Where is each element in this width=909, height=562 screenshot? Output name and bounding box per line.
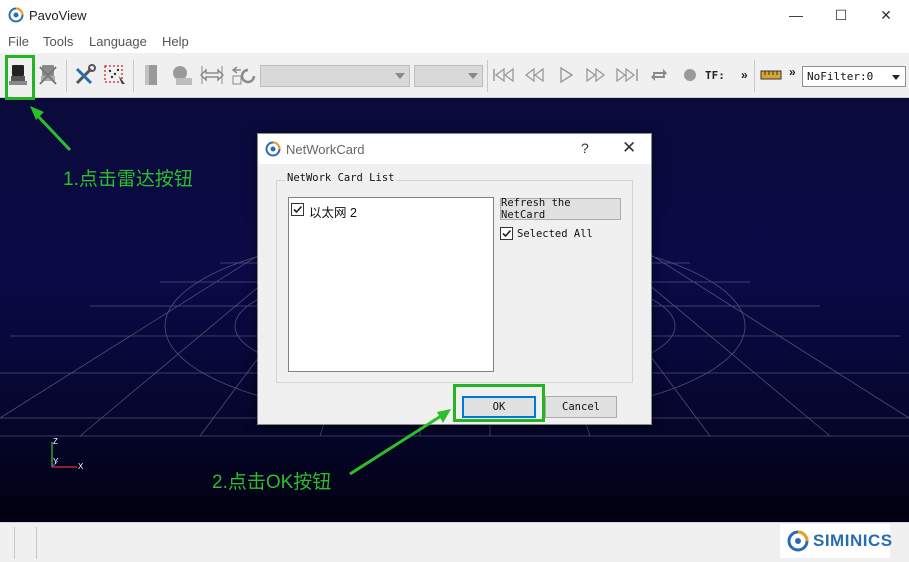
play-icon [560, 66, 574, 84]
toolbar: TF: » » [0, 53, 909, 98]
siminics-logo-text: SIMINICS [813, 531, 893, 550]
siminics-logo-icon [787, 530, 809, 552]
siminics-logo: SIMINICS [780, 524, 893, 558]
dialog-title-bar: NetWorkCard ? ✕ [258, 134, 651, 164]
select-region-icon [104, 65, 125, 84]
status-divider [14, 527, 15, 559]
record-icon [684, 69, 696, 81]
measure-button[interactable] [199, 61, 225, 89]
tools-button[interactable] [72, 61, 98, 89]
chevron-down-icon [468, 73, 478, 79]
highlight-ok-button [453, 384, 545, 422]
tf-label: TF: [705, 69, 725, 82]
status-divider [36, 527, 37, 559]
tools-icon [75, 64, 96, 85]
dialog-help-button[interactable]: ? [581, 140, 589, 156]
title-bar: PavoView — ☐ ✕ [0, 0, 909, 31]
measure-icon [199, 66, 225, 84]
annotation-step2: 2.点击OK按钮 [212, 472, 332, 493]
next-frame-icon [586, 67, 606, 83]
window-title: PavoView [29, 8, 87, 23]
select-region-button[interactable] [102, 61, 128, 89]
highlight-lidar-button [5, 55, 35, 100]
menu-help[interactable]: Help [162, 34, 189, 49]
checkmark-icon [502, 229, 512, 238]
sphere-icon [173, 66, 192, 85]
minimize-button[interactable]: — [773, 0, 819, 31]
last-frame-button[interactable] [614, 61, 640, 89]
toolbar-separator [66, 60, 67, 92]
last-frame-icon [616, 67, 638, 83]
menu-bar: File Tools Language Help [0, 31, 909, 53]
filter-select[interactable]: NoFilter:0 [802, 66, 906, 87]
chevron-down-icon [892, 75, 900, 80]
menu-file[interactable]: File [8, 34, 29, 49]
selected-all-label: Selected All [517, 228, 593, 240]
close-button[interactable]: ✕ [863, 0, 909, 31]
toolbar-overflow-button-2[interactable]: » [789, 65, 796, 79]
toolbar-overflow-button[interactable]: » [741, 68, 748, 82]
menu-language[interactable]: Language [89, 34, 147, 49]
cancel-button[interactable]: Cancel [545, 396, 617, 418]
networkcard-dialog: NetWorkCard ? ✕ NetWork Card List 以太网 2 … [257, 133, 652, 425]
axis-x-label: X [78, 462, 84, 471]
toolbar-separator [487, 60, 488, 92]
maximize-button[interactable]: ☐ [818, 0, 864, 31]
play-button[interactable] [553, 61, 579, 89]
toolbar-separator [754, 60, 755, 92]
box-icon [145, 65, 157, 85]
ruler-button[interactable] [758, 61, 784, 89]
selected-all-checkbox[interactable]: Selected All [500, 227, 620, 243]
first-frame-icon [493, 67, 514, 83]
checkmark-icon [293, 205, 303, 214]
box-button[interactable] [138, 61, 164, 89]
first-frame-button[interactable] [491, 61, 517, 89]
app-logo-icon [265, 141, 281, 157]
toolbar-separator [133, 60, 134, 92]
card-checkbox[interactable] [291, 203, 304, 216]
refresh-netcard-button[interactable]: Refresh the NetCard [500, 197, 621, 221]
annotation-step1: 1.点击雷达按钮 [63, 169, 193, 190]
source-combo[interactable] [260, 65, 410, 87]
rotate-button[interactable] [230, 61, 256, 89]
device-combo[interactable] [414, 65, 483, 87]
status-bar [0, 522, 909, 562]
list-item[interactable]: 以太网 2 [291, 202, 491, 220]
dialog-title: NetWorkCard [286, 142, 365, 157]
menu-tools[interactable]: Tools [43, 34, 73, 49]
prev-frame-button[interactable] [522, 61, 548, 89]
sphere-button[interactable] [168, 61, 194, 89]
dialog-close-button[interactable]: ✕ [622, 138, 636, 158]
loop-icon [651, 69, 667, 81]
next-frame-button[interactable] [583, 61, 609, 89]
ruler-icon [760, 70, 782, 80]
chevron-down-icon [395, 73, 405, 79]
axis-z-label: Z [53, 437, 58, 446]
record-button[interactable] [677, 61, 703, 89]
selected-all-check[interactable] [500, 227, 513, 240]
filter-value: NoFilter:0 [807, 70, 874, 83]
network-card-list[interactable]: 以太网 2 [288, 197, 494, 372]
disconnect-lidar-icon [39, 65, 57, 85]
rotate-icon [231, 66, 256, 85]
axis-y-label: Y [53, 457, 59, 466]
group-title: NetWork Card List [285, 172, 397, 184]
loop-button[interactable] [646, 61, 672, 89]
disconnect-lidar-button[interactable] [35, 61, 61, 89]
prev-frame-icon [524, 67, 544, 83]
card-label: 以太网 2 [309, 206, 357, 220]
pavoview-window: PavoView — ☐ ✕ File Tools Language Help [0, 0, 909, 562]
app-logo-icon [8, 7, 24, 23]
